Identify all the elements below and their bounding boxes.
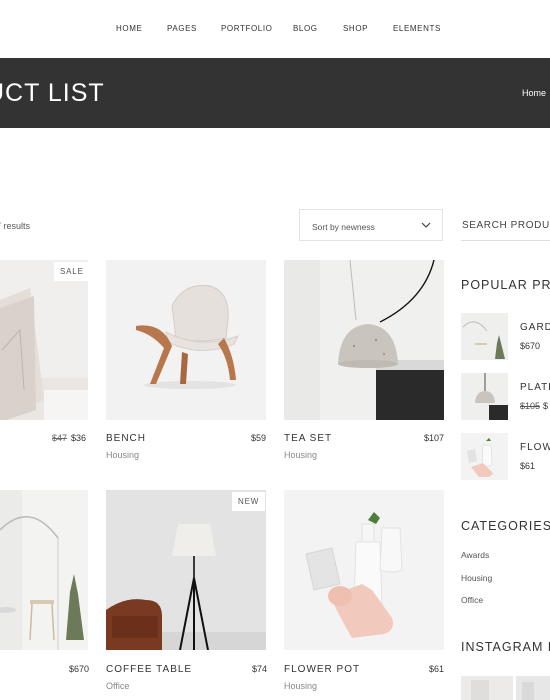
product-category[interactable]: Housing (284, 681, 317, 691)
product-category[interactable]: Housing (284, 450, 317, 460)
product-name[interactable]: TEA SET (284, 433, 332, 444)
popular-thumb-flower[interactable] (461, 433, 508, 480)
product-image-tea-set[interactable] (284, 260, 444, 420)
instagram-title: INSTAGRAM F (461, 640, 550, 654)
nav-blog[interactable]: BLOG (293, 24, 318, 33)
product-price: $59 (251, 433, 267, 443)
category-link-housing[interactable]: Housing (461, 573, 492, 583)
breadcrumb-home[interactable]: Home (522, 88, 546, 98)
page-title: UCT LIST (0, 79, 105, 107)
sort-select-value: Sort by newness (312, 222, 375, 232)
popular-product-old-price: $105 (520, 401, 541, 411)
product-price: $61 (429, 664, 445, 674)
product-image-coffee-table[interactable] (106, 490, 266, 650)
product-old-price: $47 (52, 433, 68, 443)
nav-elements[interactable]: ELEMENTS (393, 24, 441, 33)
popular-product-name[interactable]: PLATE (520, 382, 550, 393)
product-search-field[interactable]: SEARCH PRODUC (461, 209, 550, 241)
new-badge: NEW (232, 492, 266, 511)
category-link-awards[interactable]: Awards (461, 550, 489, 560)
popular-products-title: POPULAR PRO (461, 278, 550, 292)
product-image-canvas[interactable] (0, 260, 88, 420)
product-category[interactable]: Housing (106, 450, 139, 460)
categories-title: CATEGORIES (461, 519, 550, 533)
nav-portfolio[interactable]: PORTFOLIO (221, 24, 272, 33)
nav-pages[interactable]: PAGES (167, 24, 197, 33)
sort-select[interactable]: Sort by newness (299, 209, 443, 241)
top-navigation: HOME PAGES PORTFOLIO BLOG SHOP ELEMENTS (0, 0, 550, 58)
results-count: 7 results (0, 221, 31, 231)
nav-shop[interactable]: SHOP (343, 24, 368, 33)
product-name[interactable]: COFFEE TABLE (106, 664, 192, 675)
product-current-price: $36 (71, 433, 87, 443)
instagram-thumb[interactable] (461, 676, 513, 700)
chevron-down-icon (421, 222, 431, 228)
product-price: $107 (424, 433, 445, 443)
product-name[interactable]: BENCH (106, 433, 146, 444)
product-name[interactable]: FLOWER POT (284, 664, 360, 675)
popular-thumb-plate[interactable] (461, 373, 508, 420)
sale-badge: SALE (54, 262, 90, 281)
popular-product-name[interactable]: GARD (520, 322, 550, 333)
product-image-bench[interactable] (106, 260, 266, 420)
popular-thumb-garden[interactable] (461, 313, 508, 360)
product-price: $47 $36 (52, 433, 86, 443)
page-title-bar: UCT LIST Home (0, 58, 550, 128)
search-placeholder: SEARCH PRODUC (462, 220, 550, 231)
nav-home[interactable]: HOME (116, 24, 142, 33)
popular-product-price: $105 $ (520, 401, 548, 411)
popular-product-price: $61 (520, 461, 536, 471)
product-image-garden[interactable] (0, 490, 88, 650)
product-price: $670 (69, 664, 90, 674)
popular-product-price: $670 (520, 341, 541, 351)
popular-product-current-price: $ (543, 401, 549, 411)
product-image-flower-pot[interactable] (284, 490, 444, 650)
instagram-thumb[interactable] (516, 676, 550, 700)
product-category[interactable]: Office (106, 681, 129, 691)
product-price: $74 (252, 664, 268, 674)
category-link-office[interactable]: Office (461, 595, 483, 605)
popular-product-name[interactable]: FLOW (520, 442, 550, 453)
